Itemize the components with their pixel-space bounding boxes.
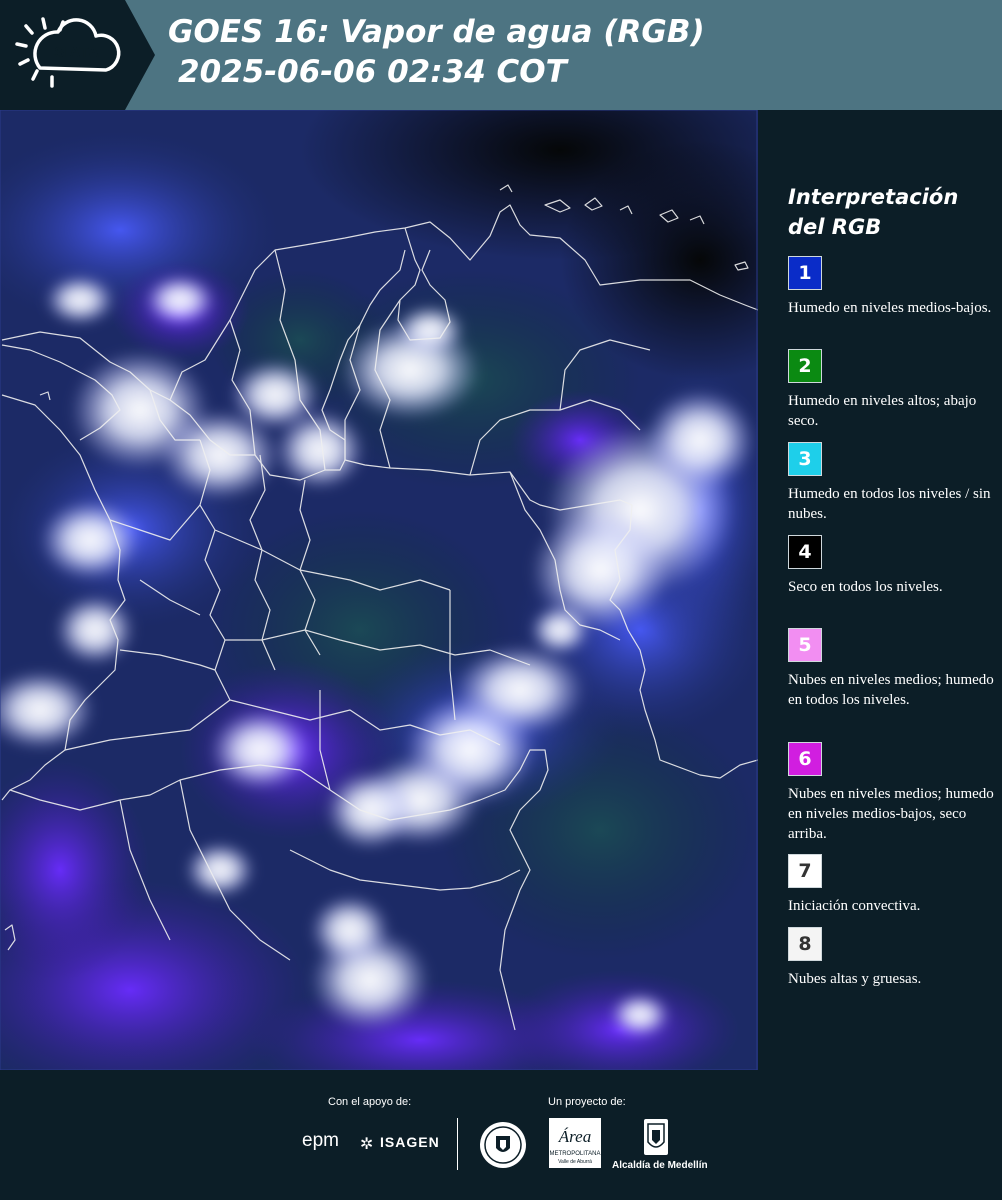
legend-item-6: 6 Nubes en niveles medios; humedo en niv… <box>788 742 998 844</box>
legend-panel: Interpretación del RGB 1 Humedo en nivel… <box>760 110 1002 1070</box>
legend-title: Interpretación del RGB <box>788 185 959 239</box>
svg-text:Valle de Aburrá: Valle de Aburrá <box>558 1159 592 1165</box>
legend-item-3: 3 Humedo en todos los niveles / sin nube… <box>788 442 998 524</box>
legend-swatch-1: 1 <box>788 256 822 290</box>
project-label: Un proyecto de: <box>548 1096 626 1108</box>
legend-swatch-5: 5 <box>788 628 822 662</box>
alcaldia-label: Alcaldía de Medellín <box>612 1160 708 1171</box>
footer: Con el apoyo de: Un proyecto de: epm ✲ I… <box>0 1070 1002 1200</box>
support-label: Con el apoyo de: <box>328 1096 412 1108</box>
legend-item-8: 8 Nubes altas y gruesas. <box>788 927 998 989</box>
legend-text-4: Seco en todos los niveles. <box>788 579 943 595</box>
timestamp: 2025-06-06 02:34 COT <box>178 54 567 90</box>
satellite-image <box>0 110 758 1070</box>
page-title: GOES 16: Vapor de agua (RGB) <box>168 14 705 50</box>
legend-text-1: Humedo en niveles medios-bajos. <box>788 300 992 316</box>
legend-swatch-8: 8 <box>788 927 822 961</box>
legend-item-4: 4 Seco en todos los niveles. <box>788 535 998 597</box>
legend-swatch-7: 7 <box>788 854 822 888</box>
legend-item-5: 5 Nubes en niveles medios; humedo en tod… <box>788 628 998 710</box>
footer-divider <box>457 1118 458 1170</box>
legend-text-7: Iniciación convectiva. <box>788 898 921 914</box>
legend-text-8: Nubes altas y gruesas. <box>788 971 922 987</box>
satellite-map[interactable] <box>0 110 758 1070</box>
legend-item-1: 1 Humedo en niveles medios-bajos. <box>788 256 998 318</box>
legend-item-7: 7 Iniciación convectiva. <box>788 854 998 916</box>
legend-swatch-2: 2 <box>788 349 822 383</box>
legend-swatch-6: 6 <box>788 742 822 776</box>
legend-text-3: Humedo en todos los niveles / sin nubes. <box>788 486 991 522</box>
legend-text-5: Nubes en niveles medios; humedo en todos… <box>788 672 994 708</box>
legend-text-6: Nubes en niveles medios; humedo en nivel… <box>788 786 994 842</box>
medellin-seal-icon <box>480 1122 526 1168</box>
logo-text: SIATA <box>54 44 100 61</box>
isagen-logo: ISAGEN <box>380 1134 440 1150</box>
epm-logo: epm <box>302 1130 339 1151</box>
legend-swatch-4: 4 <box>788 535 822 569</box>
svg-text:Área: Área <box>558 1127 591 1146</box>
alcaldia-shield-icon <box>644 1119 668 1155</box>
svg-text:METROPOLITANA: METROPOLITANA <box>550 1151 601 1157</box>
legend-swatch-3: 3 <box>788 442 822 476</box>
siata-logo: SIATA <box>0 0 155 110</box>
header: SIATA GOES 16: Vapor de agua (RGB) 2025-… <box>0 0 1002 110</box>
isagen-icon: ✲ <box>360 1136 374 1153</box>
legend-text-2: Humedo en niveles altos; abajo seco. <box>788 393 977 429</box>
area-metropolitana-logo: Área METROPOLITANA Valle de Aburrá <box>549 1118 601 1173</box>
legend-item-2: 2 Humedo en niveles altos; abajo seco. <box>788 349 998 431</box>
